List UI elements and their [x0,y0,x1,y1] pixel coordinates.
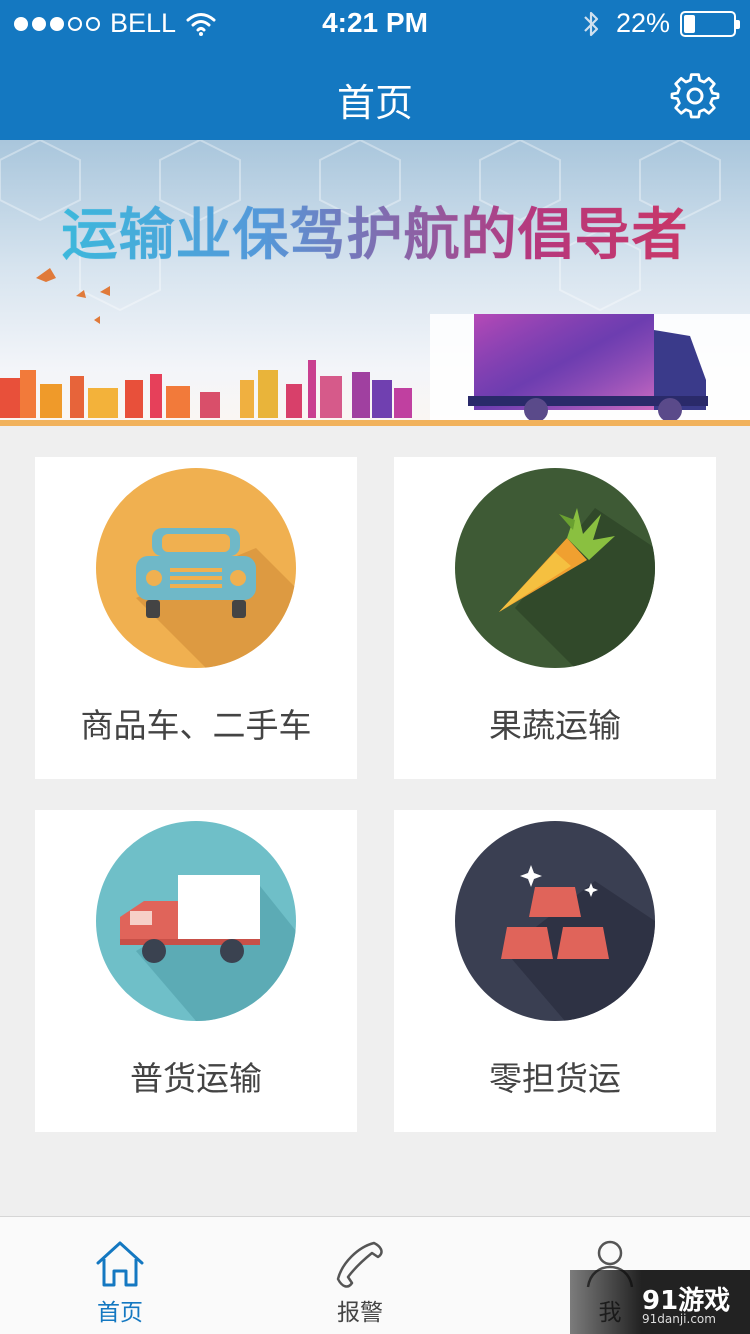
status-bar: BELL 4:21 PM 22% [0,0,750,48]
tab-alarm[interactable]: 报警 [240,1217,480,1334]
service-card-car[interactable]: 商品车、二手车 [35,457,357,779]
app-header: BELL 4:21 PM 22% 首页 [0,0,750,140]
service-label: 商品车、二手车 [80,706,312,745]
service-card-ltl-freight[interactable]: 零担货运 [394,810,716,1132]
tab-label: 报警 [337,1300,383,1326]
tab-label: 首页 [97,1300,143,1326]
tab-home[interactable]: 首页 [0,1217,240,1334]
status-right: 22% [580,8,740,39]
truck-icon [96,821,296,1021]
home-icon [96,1241,144,1287]
banner-artwork [0,140,750,426]
service-card-general-cargo[interactable]: 普货运输 [35,810,357,1132]
banner-divider [0,420,750,426]
service-label: 果蔬运输 [489,706,621,745]
carrot-icon [455,468,655,668]
car-icon [96,468,296,668]
watermark-subtext: 91danji.com [642,1312,716,1326]
service-label: 零担货运 [489,1059,621,1098]
service-card-produce[interactable]: 果蔬运输 [394,457,716,779]
bluetooth-icon [584,11,599,36]
phone-icon [336,1241,383,1288]
service-label: 普货运输 [130,1059,262,1098]
battery-icon [680,10,740,37]
gear-icon[interactable] [670,73,720,123]
battery-fill [684,14,695,33]
page-title: 首页 [336,81,413,125]
battery-percent: 22% [615,8,670,38]
gold-bars-icon [455,821,655,1021]
promo-banner[interactable]: 运输业保驾护航的倡导者 [0,140,750,426]
site-watermark: 91游戏 91danji.com [570,1270,750,1334]
banner-title: 运输业保驾护航的倡导者 [0,190,750,271]
